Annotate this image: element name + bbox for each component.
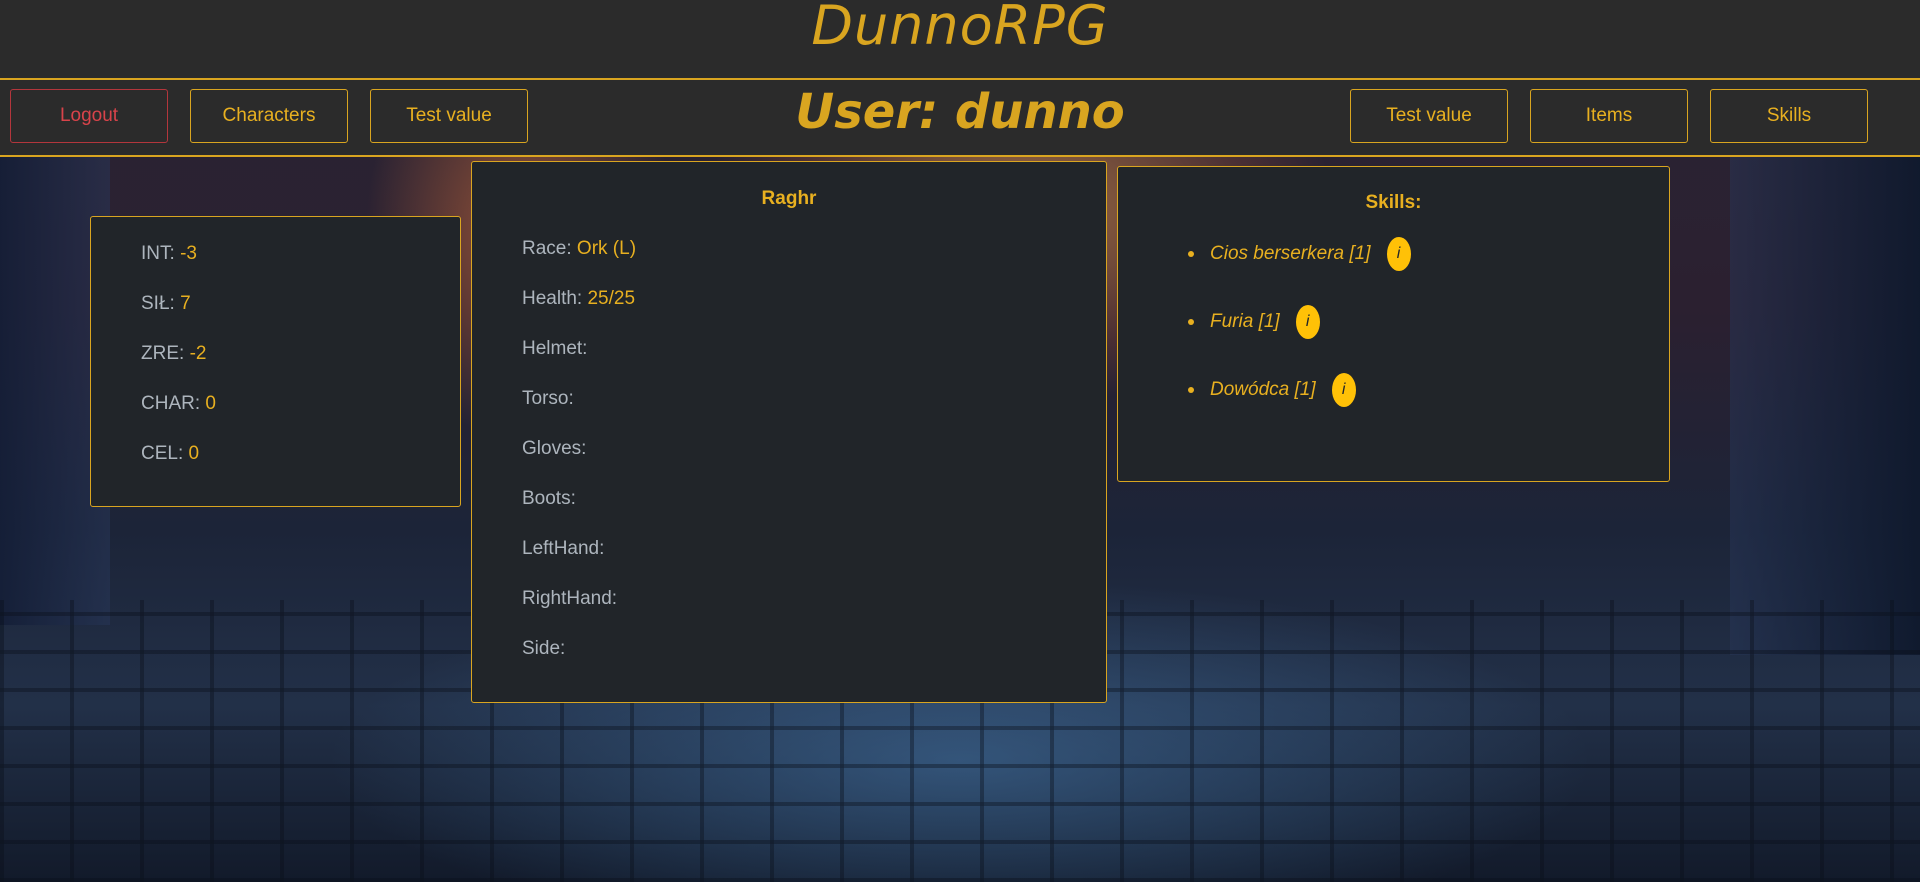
health-row: Health: 25/25 [522,288,635,310]
info-icon[interactable]: i [1295,305,1320,339]
equipment-boots: Boots: [522,488,576,509]
equipment-right-hand: RightHand: [522,588,618,609]
stat-char: CHAR: 0 [141,393,216,415]
stat-value: 0 [188,443,200,464]
stat-label: CEL: [141,443,184,464]
stat-int: INT: -3 [141,243,197,265]
skill-name: Furia [1] [1210,311,1280,332]
equipment-torso: Torso: [522,388,574,409]
skill-name: Cios berserkera [1] [1210,243,1371,264]
info-icon[interactable]: i [1331,373,1356,407]
stat-label: SIŁ: [141,293,175,314]
stat-value: 0 [205,393,216,414]
equipment-helmet: Helmet: [522,338,588,359]
background-wall-right [1730,155,1920,655]
skills-card: Skills: Cios berserkera [1] i Furia [1] … [1117,166,1670,482]
stat-label: INT: [141,243,175,264]
top-nav: User: dunno Logout Characters Test value… [0,80,1920,157]
equipment-gloves: Gloves: [522,438,587,459]
bullet-icon [1188,319,1194,325]
skills-button[interactable]: Skills [1710,89,1868,143]
skill-item: Furia [1] i [1188,305,1320,339]
stat-sil: SIŁ: 7 [141,293,191,315]
skill-item: Cios berserkera [1] i [1188,237,1411,271]
stat-label: ZRE: [141,343,185,364]
stat-value: -2 [189,343,207,364]
stats-card: INT: -3 SIŁ: 7 ZRE: -2 CHAR: 0 CEL: 0 [90,216,461,507]
info-icon[interactable]: i [1386,237,1411,271]
health-value: 25/25 [587,288,636,309]
equipment-side: Side: [522,638,566,659]
race-label: Race: [522,238,572,259]
stat-value: -3 [180,243,197,264]
bullet-icon [1188,251,1194,257]
characters-button[interactable]: Characters [190,89,348,143]
bullet-icon [1188,387,1194,393]
logout-button[interactable]: Logout [10,89,168,143]
race-row: Race: Ork (L) [522,238,636,260]
stat-label: CHAR: [141,393,201,414]
skill-name: Dowódca [1] [1210,379,1316,400]
site-header: DunnoRPG [0,0,1920,80]
test-value-button-right[interactable]: Test value [1350,89,1508,143]
skill-item: Dowódca [1] i [1188,373,1356,407]
stat-cel: CEL: 0 [141,443,199,465]
health-label: Health: [522,288,583,309]
race-value: Ork (L) [576,238,637,259]
stat-value: 7 [180,293,191,314]
character-name: Raghr [761,188,817,209]
items-button[interactable]: Items [1530,89,1688,143]
brand-logo[interactable]: DunnoRPG [811,0,1108,57]
skills-title: Skills: [1365,192,1422,213]
test-value-button-left[interactable]: Test value [370,89,528,143]
stat-zre: ZRE: -2 [141,343,206,365]
character-card: Raghr Race: Ork (L) Health: 25/25 Helmet… [471,161,1107,703]
equipment-left-hand: LeftHand: [522,538,605,559]
